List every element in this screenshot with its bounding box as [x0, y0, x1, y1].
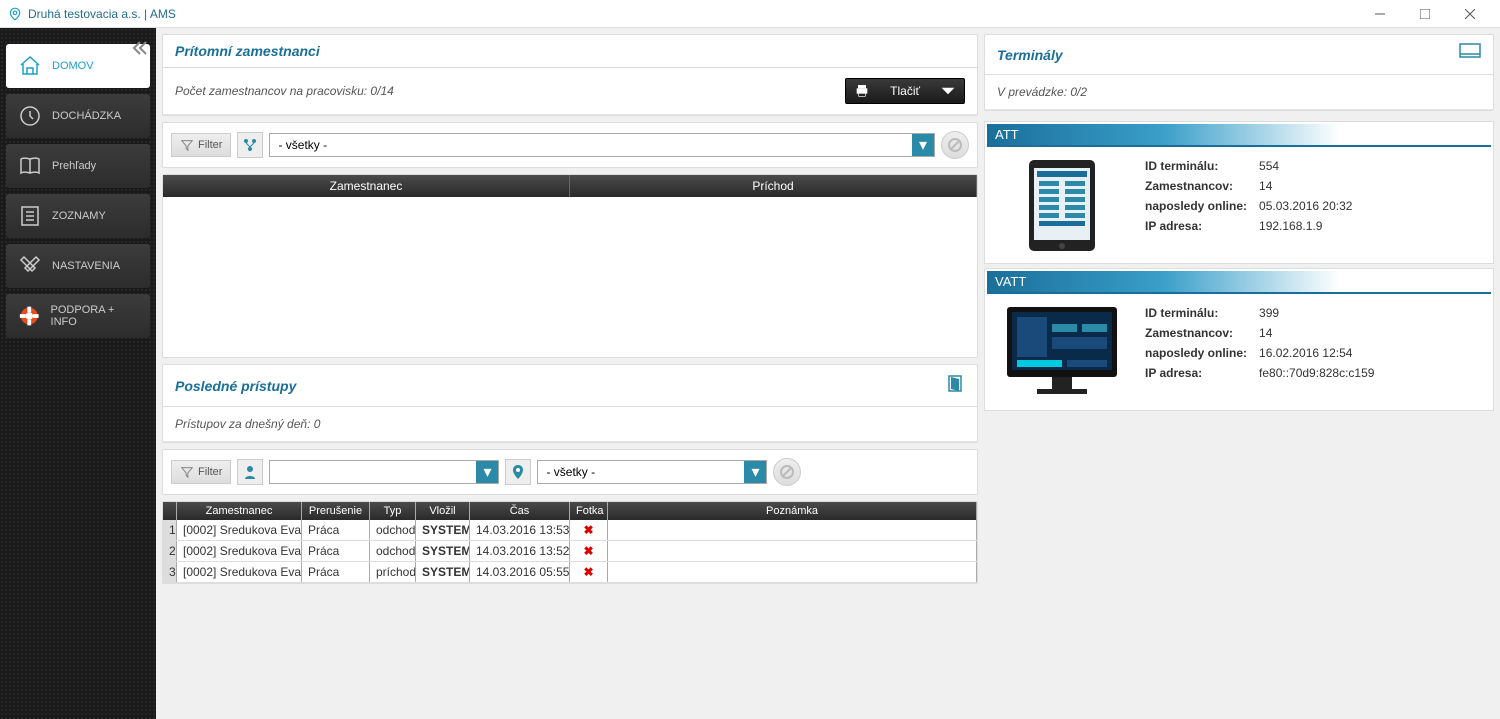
list-icon [18, 204, 42, 228]
lifebuoy-icon [18, 304, 41, 328]
filter-label: Filter [171, 133, 231, 157]
cancel-icon [947, 137, 963, 153]
terminal-card[interactable]: VATT ID terminálu:399Zamestnancov:14napos… [984, 268, 1494, 411]
close-button[interactable] [1447, 0, 1492, 28]
window-title: Druhá testovacia a.s. | AMS [28, 7, 176, 21]
terminal-card[interactable]: ATT ID terminálu:554Zamestnancov:14naposl… [984, 121, 1494, 264]
nav-item-dochadzka[interactable]: DOCHÁDZKA [6, 94, 150, 138]
chevron-down-icon[interactable]: ▾ [744, 461, 766, 483]
titlebar: Druhá testovacia a.s. | AMS [0, 0, 1500, 28]
screen-icon[interactable] [1459, 43, 1481, 66]
chevron-down-icon[interactable]: ▾ [912, 134, 934, 156]
x-icon: ✖ [570, 520, 608, 540]
present-grid-body [163, 197, 977, 357]
cancel-icon [779, 464, 795, 480]
nav-label: Prehľady [52, 160, 96, 172]
terminal-device-image [997, 155, 1127, 255]
door-icon[interactable] [945, 373, 965, 398]
clear-filter-button[interactable] [941, 131, 969, 159]
terminal-name: VATT [987, 271, 1491, 294]
nav-item-domov[interactable]: DOMOV [6, 44, 150, 88]
chevron-down-icon [940, 83, 956, 99]
pin-icon [505, 459, 531, 485]
filter-select-employee[interactable]: ▾ [269, 460, 499, 484]
access-grid-body: 1[0002] Sredukova EvaPrácaodchodSYSTEM14… [163, 520, 977, 583]
tools-icon [18, 254, 42, 278]
sidebar-collapse-button[interactable] [132, 40, 148, 61]
nav-label: ZOZNAMY [52, 210, 106, 222]
panel-title-access: Posledné prístupy [175, 378, 296, 394]
x-icon: ✖ [570, 541, 608, 561]
table-row[interactable]: 2[0002] Sredukova EvaPrácaodchodSYSTEM14… [163, 541, 977, 562]
panel-title-terminals: Terminály [997, 47, 1063, 63]
panel-terminals: Terminály V prevádzke: 0/2 [984, 34, 1494, 111]
person-icon [237, 459, 263, 485]
org-icon [237, 132, 263, 158]
terminal-info: ID terminálu:399Zamestnancov:14naposledy… [1143, 302, 1386, 384]
terminal-name: ATT [987, 124, 1491, 147]
terminal-device-image [997, 302, 1127, 402]
filter-icon [180, 465, 194, 479]
clear-filter-button-access[interactable] [773, 458, 801, 486]
nav-item-podpora[interactable]: PODPORA + INFO [6, 294, 150, 338]
minimize-button[interactable] [1357, 0, 1402, 28]
filter-label-access: Filter [171, 460, 231, 484]
panel-present-employees: Prítomní zamestnanci Počet zamestnancov … [162, 34, 978, 116]
terminal-info: ID terminálu:554Zamestnancov:14naposledy… [1143, 155, 1364, 237]
terminals-status-label: V prevádzke: 0/2 [997, 85, 1087, 99]
table-row[interactable]: 1[0002] Sredukova EvaPrácaodchodSYSTEM14… [163, 520, 977, 541]
panel-recent-access: Posledné prístupy Prístupov za dnešný de… [162, 364, 978, 443]
filter-select-location[interactable]: ▾ [537, 460, 767, 484]
book-icon [18, 154, 42, 178]
present-count-label: Počet zamestnancov na pracovisku: 0/14 [175, 84, 394, 98]
nav-item-nastavenia[interactable]: NASTAVENIA [6, 244, 150, 288]
access-today-label: Prístupov za dnešný deň: 0 [175, 417, 320, 431]
table-row[interactable]: 3[0002] Sredukova EvaPrácapríchodSYSTEM1… [163, 562, 977, 583]
present-grid-header: Zamestnanec Príchod [163, 175, 977, 197]
app-icon [8, 7, 22, 21]
filter-select-present[interactable]: ▾ [269, 133, 935, 157]
nav-item-zoznamy[interactable]: ZOZNAMY [6, 194, 150, 238]
nav-item-prehlady[interactable]: Prehľady [6, 144, 150, 188]
clock-icon [18, 104, 42, 128]
nav-label: PODPORA + INFO [51, 304, 138, 328]
maximize-button[interactable] [1402, 0, 1447, 28]
access-grid-header: Zamestnanec Prerušenie Typ Vložil Čas Fo… [163, 502, 977, 520]
print-button[interactable]: Tlačiť [845, 78, 965, 104]
x-icon: ✖ [570, 562, 608, 582]
chevron-down-icon[interactable]: ▾ [476, 461, 498, 483]
panel-title-present: Prítomní zamestnanci [175, 43, 320, 59]
nav-label: DOCHÁDZKA [52, 110, 121, 122]
print-icon [854, 83, 870, 99]
filter-icon [180, 138, 194, 152]
home-icon [18, 54, 42, 78]
sidebar: DOMOV DOCHÁDZKA Prehľady ZOZNAMY NASTAVE… [0, 28, 156, 719]
nav-label: NASTAVENIA [52, 260, 120, 272]
nav-label: DOMOV [52, 60, 94, 72]
